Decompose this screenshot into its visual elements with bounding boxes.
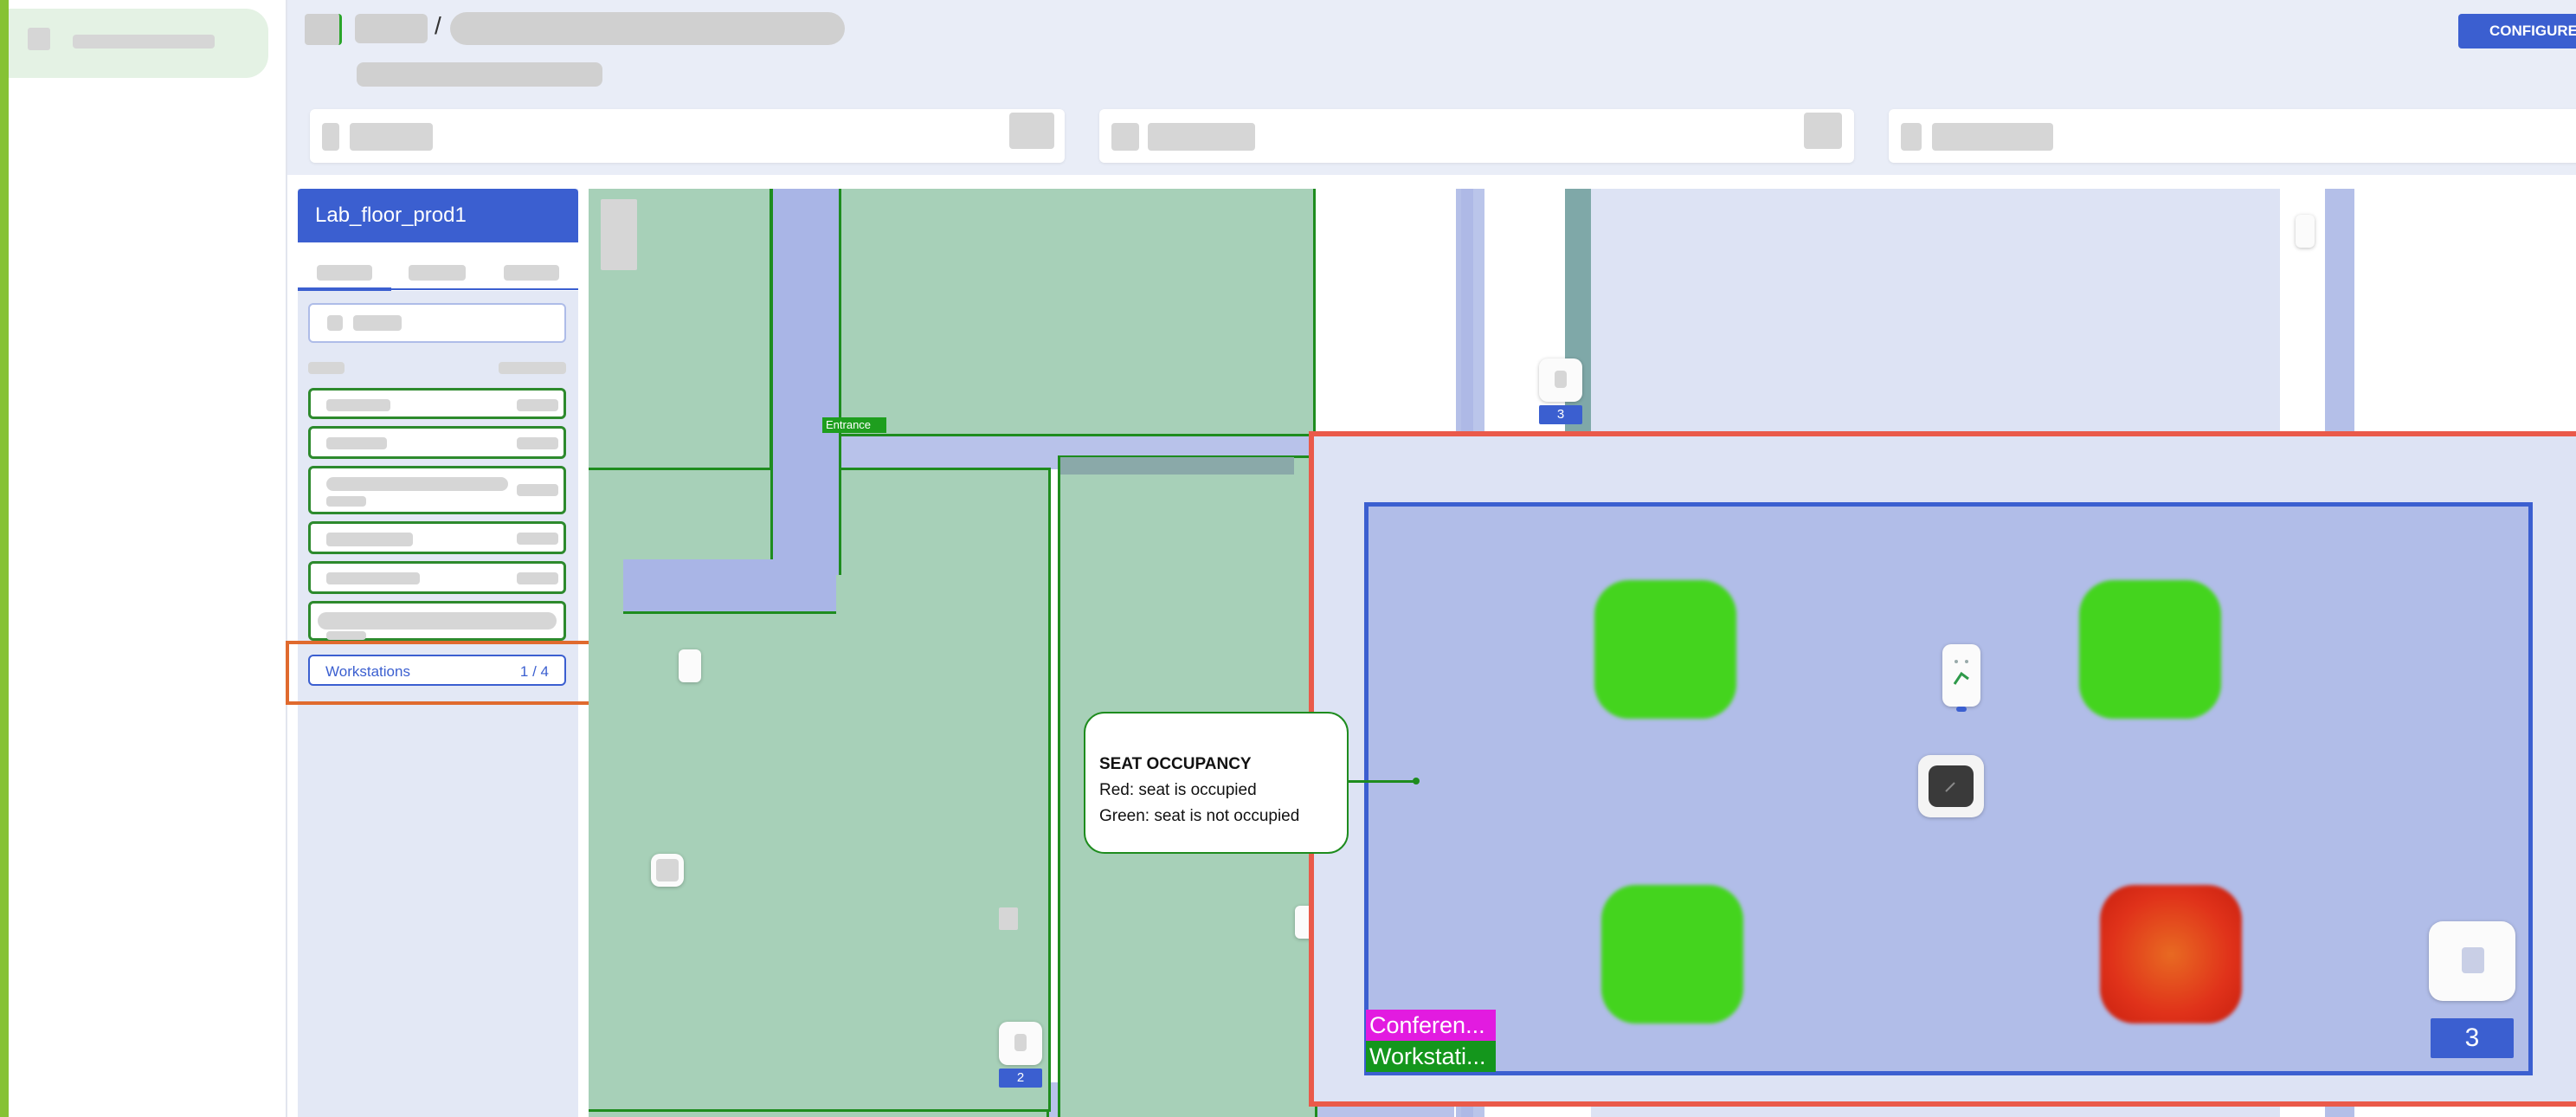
sensor-device-icon[interactable] <box>1942 644 1980 707</box>
search-icon <box>327 315 343 331</box>
list-item-label <box>326 399 390 411</box>
stat-card-icon <box>1901 123 1922 151</box>
nav-item-active[interactable] <box>9 9 268 78</box>
list-item[interactable] <box>308 521 566 554</box>
seat-free[interactable] <box>2079 580 2221 719</box>
nav-item-label <box>73 35 215 48</box>
page-subtitle <box>357 62 602 87</box>
device-sensor-icon[interactable] <box>1539 358 1582 402</box>
list-item[interactable] <box>308 601 566 641</box>
tab-1[interactable] <box>317 265 372 281</box>
seat-occupied[interactable] <box>2100 885 2242 1023</box>
check-icon <box>1953 660 1969 685</box>
edit-icon[interactable] <box>1804 113 1842 149</box>
stat-card-1[interactable] <box>310 109 1065 163</box>
stat-card-2[interactable] <box>1099 109 1854 163</box>
zone-label-conference: Conferen... <box>1366 1010 1496 1041</box>
list-item[interactable] <box>308 426 566 459</box>
tab-3[interactable] <box>504 265 559 281</box>
list-item-count <box>517 533 558 545</box>
stat-card-label <box>350 123 433 151</box>
list-item-label <box>326 572 420 584</box>
search-placeholder <box>353 315 402 331</box>
header-back-icon[interactable] <box>305 14 342 45</box>
list-item-label <box>318 612 557 630</box>
list-item-sublabel <box>326 496 366 507</box>
stat-card-label <box>1932 123 2053 151</box>
nav-rail <box>9 0 286 1117</box>
list-item-count <box>517 399 558 411</box>
list-item-count <box>517 572 558 584</box>
map-corridor <box>623 559 836 614</box>
list-header-left <box>308 362 345 374</box>
list-item[interactable] <box>308 561 566 594</box>
seat-free[interactable] <box>1594 580 1736 719</box>
list-item-label <box>326 437 387 449</box>
map-room-shade <box>1060 457 1294 475</box>
tab-underline <box>391 288 578 290</box>
stat-card-label <box>1148 123 1255 151</box>
device-sensor-icon[interactable] <box>2429 921 2515 1001</box>
list-item-count <box>517 437 558 449</box>
floor-title-bar[interactable]: Lab_floor_prod1 <box>298 189 578 242</box>
stat-card-3[interactable] <box>1889 109 2576 163</box>
configure-button[interactable]: CONFIGURE F <box>2458 14 2576 48</box>
list-item-sublabel <box>326 631 366 640</box>
list-header-right <box>499 362 566 374</box>
entrance-label: Entrance <box>822 417 886 433</box>
list-item-label <box>326 477 508 491</box>
search-input[interactable] <box>308 303 566 343</box>
map-small-device <box>999 907 1018 930</box>
stat-card-icon <box>1111 123 1139 151</box>
callout-title: SEAT OCCUPANCY <box>1099 755 1252 773</box>
map-placeholder-block <box>601 199 637 270</box>
nav-item-icon <box>28 28 50 50</box>
callout-line-1: Red: seat is occupied <box>1099 781 1257 799</box>
breadcrumb-current <box>450 12 845 45</box>
edit-icon[interactable] <box>1009 113 1054 149</box>
seat-free[interactable] <box>1601 885 1743 1023</box>
device-sensor-icon[interactable] <box>2296 215 2315 248</box>
gateway-device-icon[interactable] <box>1918 755 1984 817</box>
device-sensor-icon[interactable] <box>651 854 684 887</box>
zone-label-workstation: Workstati... <box>1366 1041 1496 1072</box>
callout-connector-dot <box>1413 778 1420 784</box>
callout-connector <box>1347 780 1416 783</box>
breadcrumb-separator: / <box>435 12 441 39</box>
device-count-badge: 3 <box>2431 1018 2514 1058</box>
device-glyph <box>1555 371 1567 388</box>
device-glyph <box>2462 947 2484 973</box>
app-left-border <box>0 0 9 1117</box>
device-sensor-icon[interactable] <box>999 1022 1042 1065</box>
list-item-count <box>517 484 558 496</box>
list-item[interactable] <box>308 466 566 514</box>
device-glyph <box>656 859 679 881</box>
list-item-label <box>326 533 413 546</box>
pen-icon <box>1945 782 1955 792</box>
device-count-badge: 3 <box>1539 405 1582 424</box>
workstations-count: 1 / 4 <box>519 663 549 680</box>
callout-line-2: Green: seat is not occupied <box>1099 807 1300 825</box>
tab-2[interactable] <box>409 265 466 281</box>
stat-card-icon <box>322 123 339 151</box>
device-glyph <box>1014 1034 1027 1051</box>
breadcrumb-item[interactable] <box>355 14 428 43</box>
tab-active-underline <box>298 287 391 291</box>
workstations-list-item[interactable]: Workstations 1 / 4 <box>308 655 566 686</box>
map-corridor <box>770 189 841 575</box>
device-sensor-icon[interactable] <box>679 649 701 682</box>
device-count-badge: 2 <box>999 1069 1042 1088</box>
list-item[interactable] <box>308 388 566 419</box>
workstations-label: Workstations <box>325 663 410 680</box>
sensor-status-dot <box>1956 707 1967 712</box>
seat-occupancy-callout: SEAT OCCUPANCY Red: seat is occupied Gre… <box>1084 712 1349 854</box>
map-room-green <box>838 189 1316 436</box>
